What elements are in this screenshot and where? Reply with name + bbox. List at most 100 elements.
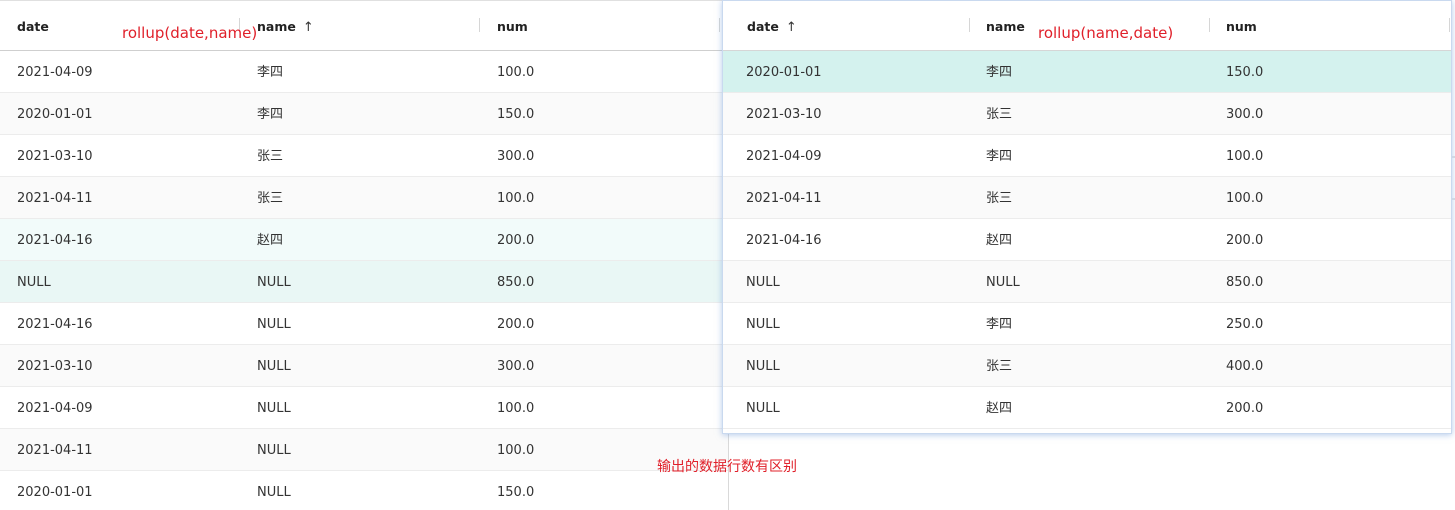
- cell-date[interactable]: 2021-03-10: [17, 345, 93, 387]
- cell-date[interactable]: NULL: [746, 345, 780, 387]
- table-row[interactable]: 2021-04-16 赵四 200.0: [0, 219, 728, 261]
- cell-date[interactable]: NULL: [17, 261, 51, 303]
- table-row[interactable]: 2021-04-11 张三 100.0: [723, 177, 1451, 219]
- table-row[interactable]: 2020-01-01 李四 150.0: [0, 93, 728, 135]
- cell-num[interactable]: 150.0: [497, 471, 534, 510]
- column-divider[interactable]: [719, 18, 720, 32]
- cell-num[interactable]: 200.0: [1226, 387, 1263, 429]
- cell-date[interactable]: 2021-04-09: [746, 135, 822, 177]
- cell-name[interactable]: NULL: [986, 261, 1020, 303]
- cell-name[interactable]: 赵四: [986, 387, 1012, 429]
- cell-num[interactable]: 200.0: [497, 219, 534, 261]
- cell-name[interactable]: NULL: [257, 303, 291, 345]
- cell-name[interactable]: 李四: [257, 51, 283, 93]
- cell-date[interactable]: 2020-01-01: [17, 471, 93, 510]
- cell-name[interactable]: 张三: [986, 345, 1012, 387]
- column-divider[interactable]: [1449, 18, 1450, 32]
- cell-name[interactable]: 张三: [257, 135, 283, 177]
- table-row[interactable]: 2020-01-01 NULL 150.0: [0, 471, 728, 510]
- table-row[interactable]: NULL NULL 850.0: [0, 261, 728, 303]
- cell-num[interactable]: 300.0: [497, 345, 534, 387]
- cell-date[interactable]: NULL: [746, 387, 780, 429]
- sort-ascending-icon[interactable]: ↑: [303, 2, 314, 54]
- cell-name[interactable]: NULL: [257, 261, 291, 303]
- column-header-name[interactable]: name ↑: [257, 1, 314, 51]
- cell-num[interactable]: 100.0: [497, 387, 534, 429]
- column-header-name[interactable]: name: [986, 1, 1025, 51]
- cell-num[interactable]: 200.0: [497, 303, 534, 345]
- table-row[interactable]: NULL NULL 850.0: [723, 261, 1451, 303]
- table-row[interactable]: 2021-04-16 赵四 200.0: [723, 219, 1451, 261]
- cell-date[interactable]: 2021-04-09: [17, 51, 93, 93]
- right-result-grid: date ↑ name num 2020-01-01 李四 150.0 2021-03-…: [722, 0, 1452, 434]
- cell-date[interactable]: 2021-04-11: [17, 429, 93, 471]
- table-row[interactable]: 2021-03-10 NULL 300.0: [0, 345, 728, 387]
- cell-num[interactable]: 200.0: [1226, 219, 1263, 261]
- sort-ascending-icon[interactable]: ↑: [786, 2, 797, 54]
- annotation-rollup-name-date: rollup(name,date): [1038, 24, 1174, 42]
- cell-name[interactable]: NULL: [257, 429, 291, 471]
- cell-date[interactable]: 2021-04-11: [17, 177, 93, 219]
- column-header-label: date: [747, 19, 779, 34]
- left-result-grid: date name ↑ num 2021-04-09 李四 100.0 2020-01-…: [0, 0, 729, 510]
- column-header-date[interactable]: date ↑: [747, 1, 797, 51]
- cell-name[interactable]: 赵四: [986, 219, 1012, 261]
- cell-num[interactable]: 100.0: [1226, 177, 1263, 219]
- cell-name[interactable]: 李四: [257, 93, 283, 135]
- cell-date[interactable]: 2021-04-16: [17, 219, 93, 261]
- cell-date[interactable]: 2021-04-09: [17, 387, 93, 429]
- cell-num[interactable]: 850.0: [497, 261, 534, 303]
- cell-date[interactable]: 2021-03-10: [17, 135, 93, 177]
- table-row[interactable]: 2021-03-10 张三 300.0: [723, 93, 1451, 135]
- table-row[interactable]: NULL 赵四 200.0: [723, 387, 1451, 429]
- cell-name[interactable]: 张三: [257, 177, 283, 219]
- table-row[interactable]: 2021-04-11 张三 100.0: [0, 177, 728, 219]
- cell-num[interactable]: 300.0: [1226, 93, 1263, 135]
- cell-date[interactable]: 2021-04-11: [746, 177, 822, 219]
- cell-name[interactable]: 李四: [986, 51, 1012, 93]
- cell-date[interactable]: NULL: [746, 261, 780, 303]
- cell-name[interactable]: 李四: [986, 135, 1012, 177]
- column-header-label: num: [497, 19, 528, 34]
- cell-name[interactable]: NULL: [257, 387, 291, 429]
- cell-num[interactable]: 300.0: [497, 135, 534, 177]
- cell-name[interactable]: 赵四: [257, 219, 283, 261]
- cell-name[interactable]: 张三: [986, 93, 1012, 135]
- cell-name[interactable]: 李四: [986, 303, 1012, 345]
- table-row[interactable]: 2021-04-16 NULL 200.0: [0, 303, 728, 345]
- column-header-num[interactable]: num: [1226, 1, 1257, 51]
- cell-date[interactable]: NULL: [746, 303, 780, 345]
- cell-num[interactable]: 250.0: [1226, 303, 1263, 345]
- column-divider[interactable]: [479, 18, 480, 32]
- cell-date[interactable]: 2021-03-10: [746, 93, 822, 135]
- cell-num[interactable]: 400.0: [1226, 345, 1263, 387]
- cell-date[interactable]: 2021-04-16: [746, 219, 822, 261]
- cell-num[interactable]: 150.0: [1226, 51, 1263, 93]
- column-header-num[interactable]: num: [497, 1, 528, 51]
- table-row[interactable]: NULL 张三 400.0: [723, 345, 1451, 387]
- column-divider[interactable]: [969, 18, 970, 32]
- table-row[interactable]: 2021-04-09 李四 100.0: [723, 135, 1451, 177]
- cell-num[interactable]: 100.0: [497, 177, 534, 219]
- cell-num[interactable]: 850.0: [1226, 261, 1263, 303]
- table-row[interactable]: 2021-04-11 NULL 100.0: [0, 429, 728, 471]
- cell-date[interactable]: 2020-01-01: [746, 51, 822, 93]
- table-row[interactable]: 2021-03-10 张三 300.0: [0, 135, 728, 177]
- cell-num[interactable]: 100.0: [497, 429, 534, 471]
- cell-name[interactable]: NULL: [257, 471, 291, 510]
- cell-date[interactable]: 2021-04-16: [17, 303, 93, 345]
- cell-date[interactable]: 2020-01-01: [17, 93, 93, 135]
- table-row[interactable]: NULL 李四 250.0: [723, 303, 1451, 345]
- table-row[interactable]: 2021-04-09 NULL 100.0: [0, 387, 728, 429]
- table-row[interactable]: 2021-04-09 李四 100.0: [0, 51, 728, 93]
- cell-num[interactable]: 150.0: [497, 93, 534, 135]
- column-divider[interactable]: [1209, 18, 1210, 32]
- column-header-label: date: [17, 19, 49, 34]
- table-row[interactable]: 2020-01-01 李四 150.0: [723, 51, 1451, 93]
- cell-name[interactable]: 张三: [986, 177, 1012, 219]
- cell-num[interactable]: 100.0: [497, 51, 534, 93]
- cell-num[interactable]: 100.0: [1226, 135, 1263, 177]
- column-header-date[interactable]: date: [17, 1, 49, 51]
- cell-name[interactable]: NULL: [257, 345, 291, 387]
- column-header-label: num: [1226, 19, 1257, 34]
